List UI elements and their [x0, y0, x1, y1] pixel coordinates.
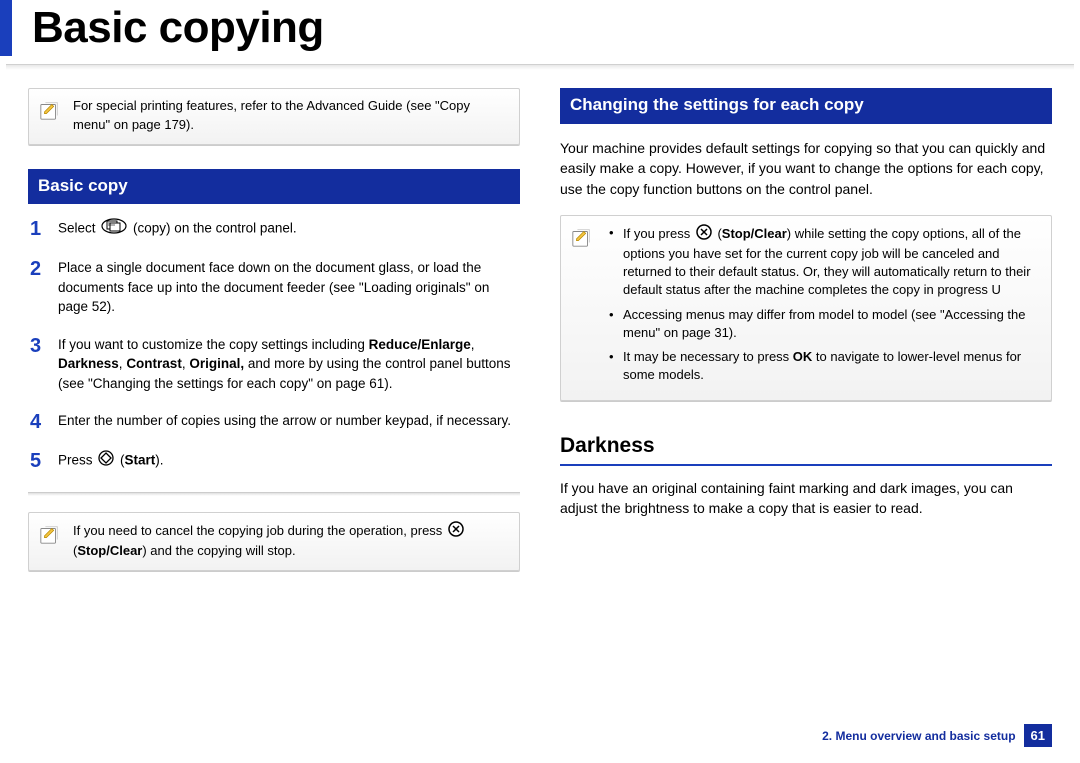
step-number: 3: [30, 335, 58, 356]
footer-page-number: 61: [1024, 724, 1052, 747]
divider: [28, 492, 520, 496]
text: It may be necessary to press: [623, 349, 793, 364]
text-bold: Contrast: [126, 356, 182, 371]
pencil-note-icon: [39, 523, 61, 545]
note-box-settings: If you press (Stop/Clear) while setting …: [560, 215, 1052, 402]
text: Press: [58, 453, 96, 468]
footer-chapter: 2. Menu overview and basic setup: [822, 729, 1015, 743]
steps-list: 1 Select (copy) on the control panel.: [28, 218, 520, 472]
step-text: Enter the number of copies using the arr…: [58, 411, 518, 431]
step-number: 2: [30, 258, 58, 279]
stop-clear-icon: [448, 521, 464, 542]
step-5: 5 Press (Start).: [30, 450, 518, 472]
step-3: 3 If you want to customize the copy sett…: [30, 335, 518, 394]
darkness-paragraph: If you have an original containing faint…: [560, 478, 1052, 519]
subheading-rule: [560, 464, 1052, 466]
list-item: If you press (Stop/Clear) while setting …: [623, 224, 1041, 300]
text: ) and the copying will stop.: [142, 543, 295, 558]
text-bold: Darkness: [58, 356, 119, 371]
stop-clear-icon: [696, 224, 712, 245]
note-text: If you need to cancel the copying job du…: [73, 521, 509, 560]
note-list: If you press (Stop/Clear) while setting …: [605, 224, 1041, 391]
step-text: If you want to customize the copy settin…: [58, 335, 518, 394]
page-footer: 2. Menu overview and basic setup 61: [822, 724, 1052, 747]
left-column: For special printing features, refer to …: [28, 88, 520, 595]
note-box-cancel: If you need to cancel the copying job du…: [28, 512, 520, 571]
text: If you need to cancel the copying job du…: [73, 523, 446, 538]
text: (copy) on the control panel.: [133, 221, 297, 236]
section-changing-settings: Changing the settings for each copy: [560, 88, 1052, 124]
text: If you press: [623, 226, 694, 241]
text-bold: OK: [793, 349, 813, 364]
pencil-note-icon: [571, 226, 593, 248]
text-bold: Original,: [189, 356, 244, 371]
step-text: Place a single document face down on the…: [58, 258, 518, 317]
start-diamond-icon: [98, 450, 114, 472]
text-bold: Stop/Clear: [722, 226, 787, 241]
step-1: 1 Select (copy) on the control panel.: [30, 218, 518, 240]
section-basic-copy: Basic copy: [28, 169, 520, 205]
text-bold: Stop/Clear: [77, 543, 142, 558]
text-bold: Reduce/Enlarge: [369, 337, 471, 352]
note-text: For special printing features, refer to …: [73, 97, 509, 133]
note-box-advanced-guide: For special printing features, refer to …: [28, 88, 520, 144]
step-2: 2 Place a single document face down on t…: [30, 258, 518, 317]
intro-paragraph: Your machine provides default settings f…: [560, 138, 1052, 199]
content-columns: For special printing features, refer to …: [0, 70, 1080, 595]
list-item: Accessing menus may differ from model to…: [623, 306, 1041, 342]
copy-icon: [101, 218, 127, 240]
text: Select: [58, 221, 99, 236]
list-item: It may be necessary to press OK to navig…: [623, 348, 1041, 384]
step-number: 4: [30, 411, 58, 432]
text: ,: [471, 337, 475, 352]
step-text: Press (Start).: [58, 450, 518, 472]
step-4: 4 Enter the number of copies using the a…: [30, 411, 518, 432]
subheading-darkness: Darkness: [560, 431, 1052, 461]
text: If you want to customize the copy settin…: [58, 337, 369, 352]
right-column: Changing the settings for each copy Your…: [560, 88, 1052, 595]
step-number: 1: [30, 218, 58, 239]
text-bold: Start: [125, 453, 156, 468]
step-text: Select (copy) on the control panel.: [58, 218, 518, 240]
step-number: 5: [30, 450, 58, 471]
page-title: Basic copying: [0, 0, 1080, 56]
pencil-note-icon: [39, 99, 61, 121]
text: ).: [155, 453, 163, 468]
